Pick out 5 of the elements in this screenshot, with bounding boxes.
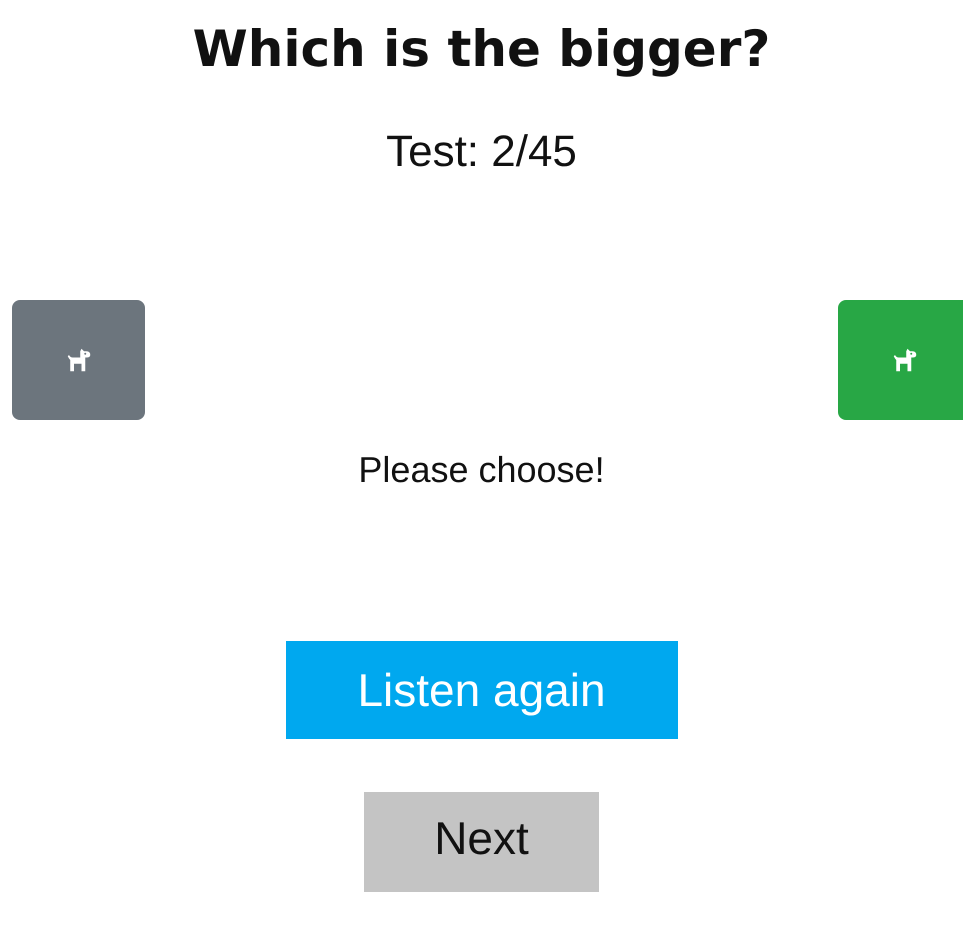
next-button[interactable]: Next [364, 792, 599, 892]
page-title: Which is the bigger? [192, 19, 770, 80]
choice-button[interactable] [838, 300, 963, 420]
choice-button[interactable] [12, 300, 145, 420]
instruction-text: Please choose! [358, 448, 605, 492]
